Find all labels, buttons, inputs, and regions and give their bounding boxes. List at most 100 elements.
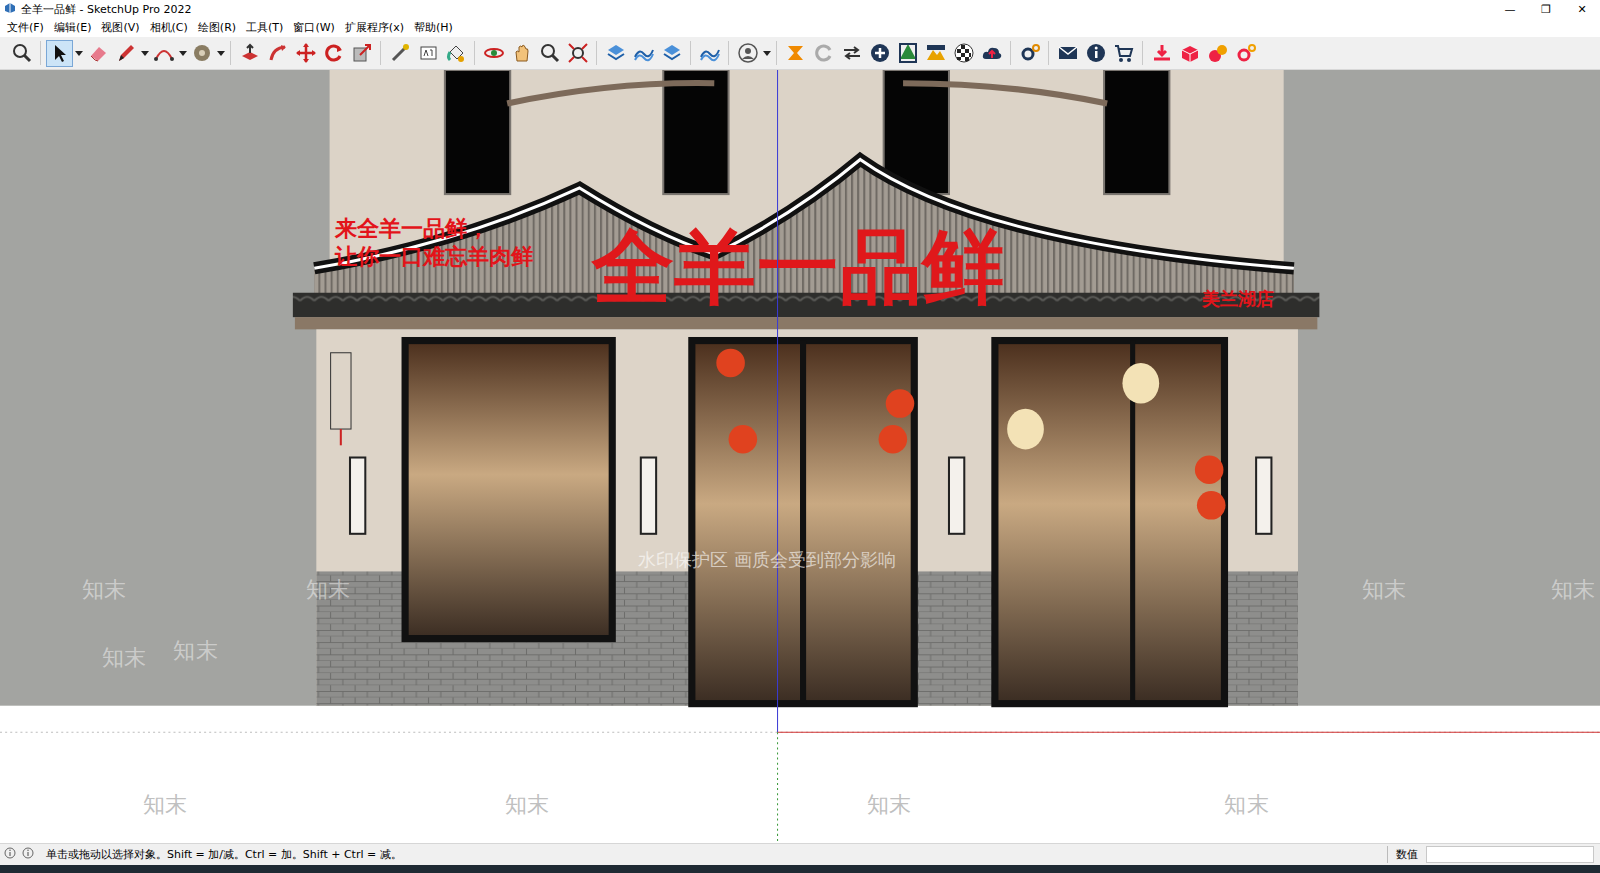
watermark-mark: 知末 [1224, 792, 1268, 818]
tool-disc-icon[interactable] [188, 40, 215, 67]
dropdown-arrow-icon[interactable] [140, 40, 149, 67]
watermark-mark: 知末 [505, 792, 549, 818]
toolbar [0, 37, 1600, 70]
watermark-mark: 知末 [1362, 576, 1406, 602]
tool-scale-icon[interactable] [348, 40, 375, 67]
menu-item[interactable]: 相机(C) [145, 19, 193, 37]
menu-item[interactable]: 帮助(H) [409, 19, 458, 37]
door-mullion [800, 341, 806, 704]
tool-cloud-icon[interactable] [978, 40, 1005, 67]
tool-arc-icon[interactable] [150, 40, 177, 67]
wall-lamp [949, 458, 964, 534]
model-viewport[interactable]: 来全羊一品鲜，让你一口难忘羊肉鲜全羊一品鲜美兰湖店水印保护区 画质会受到部分影响… [0, 70, 1600, 843]
tool-plus-icon[interactable] [866, 40, 893, 67]
ground-guide [0, 732, 1600, 733]
watermark-mark: 知末 [306, 576, 350, 602]
menu-item[interactable]: 视图(V) [96, 19, 144, 37]
menu-item[interactable]: 文件(F) [2, 19, 49, 37]
dropdown-arrow-icon[interactable] [178, 40, 187, 67]
tool-mag-icon[interactable] [536, 40, 563, 67]
tool-info-icon[interactable] [1082, 40, 1109, 67]
tool-label-icon[interactable] [414, 40, 441, 67]
tool-gear-icon[interactable] [1016, 40, 1043, 67]
close-button[interactable]: ✕ [1564, 0, 1600, 19]
sketchup-logo-icon [4, 2, 16, 17]
tool-sandbox-icon[interactable] [696, 40, 723, 67]
menu-item[interactable]: 编辑(E) [49, 19, 97, 37]
toolbar-separator [728, 41, 729, 65]
slogan-text: 来全羊一品鲜， [334, 215, 489, 241]
storefront-window [692, 341, 914, 704]
red-lantern [879, 425, 908, 453]
red-lantern [729, 425, 758, 453]
toolbar-separator [380, 41, 381, 65]
tool-box-icon[interactable] [1176, 40, 1203, 67]
tool-cursor-icon[interactable] [46, 40, 73, 67]
dropdown-arrow-icon[interactable] [762, 40, 771, 67]
toolbar-separator [1048, 41, 1049, 65]
dropdown-arrow-icon[interactable] [216, 40, 225, 67]
tool-rotate-icon[interactable] [320, 40, 347, 67]
title-bar: 全羊一品鲜 - SketchUp Pro 2022 —❐✕ [0, 0, 1600, 19]
watermark-mark: 知末 [143, 792, 187, 818]
toolbar-separator [596, 41, 597, 65]
tool-sandbox-icon[interactable] [630, 40, 657, 67]
status-hint: 单击或拖动以选择对象。Shift = 加/减。Ctrl = 加。Shift + … [40, 847, 1381, 862]
menu-item[interactable]: 绘图(R) [193, 19, 241, 37]
restore-button[interactable]: ❐ [1528, 0, 1564, 19]
tool-mix-icon[interactable] [1204, 40, 1231, 67]
info-icon[interactable] [22, 847, 34, 862]
red-lantern [716, 349, 745, 377]
toolbar-separator [230, 41, 231, 65]
menu-item[interactable]: 工具(T) [241, 19, 288, 37]
tool-hand-icon[interactable] [508, 40, 535, 67]
watermark-mark: 知末 [173, 637, 217, 663]
toolbar-separator [40, 41, 41, 65]
tool-bucket-icon[interactable] [442, 40, 469, 67]
tool-fit-icon[interactable] [564, 40, 591, 67]
taskbar-strip [0, 865, 1600, 873]
lantern-tassel [340, 429, 342, 445]
tool-cart-icon[interactable] [1110, 40, 1137, 67]
branch-name: 美兰湖店 [1201, 288, 1274, 309]
tool-layers-icon[interactable] [602, 40, 629, 67]
geo-icon[interactable] [4, 847, 16, 862]
menu-item[interactable]: 扩展程序(x) [340, 19, 409, 37]
store-name: 全羊一品鲜 [591, 218, 1005, 314]
tool-tape-icon[interactable] [386, 40, 413, 67]
watermark-mark: 知末 [1551, 576, 1595, 602]
watermark-mark: 知末 [102, 644, 146, 670]
tool-user-icon[interactable] [734, 40, 761, 67]
tool-arrows-icon[interactable] [838, 40, 865, 67]
menu-bar: 文件(F)编辑(E)视图(V)相机(C)绘图(R)工具(T)窗口(W)扩展程序(… [0, 19, 1600, 37]
tool-checker-icon[interactable] [950, 40, 977, 67]
red-lantern [1195, 455, 1224, 483]
tool-pencil-icon[interactable] [112, 40, 139, 67]
tool-refresh-icon[interactable] [810, 40, 837, 67]
red-lantern [1197, 491, 1226, 519]
hanging-lantern [331, 353, 351, 429]
dropdown-arrow-icon[interactable] [74, 40, 83, 67]
tool-ext-icon[interactable] [782, 40, 809, 67]
toolbar-separator [776, 41, 777, 65]
upper-window [663, 70, 728, 194]
measurements-input[interactable] [1426, 846, 1594, 863]
tool-layers-icon[interactable] [658, 40, 685, 67]
tool-orbit-icon[interactable] [480, 40, 507, 67]
minimize-button[interactable]: — [1492, 0, 1528, 19]
window-controls: —❐✕ [1492, 0, 1600, 19]
tool-tree-icon[interactable] [894, 40, 921, 67]
tool-mail-icon[interactable] [1054, 40, 1081, 67]
tool-move-icon[interactable] [292, 40, 319, 67]
tool-push-icon[interactable] [236, 40, 263, 67]
window-title-text: 全羊一品鲜 - SketchUp Pro 2022 [21, 2, 192, 17]
tool-gears-icon[interactable] [1232, 40, 1259, 67]
tool-eraser-icon[interactable] [84, 40, 111, 67]
tool-terrain-icon[interactable] [922, 40, 949, 67]
tool-mag-icon[interactable] [8, 40, 35, 67]
storefront-model: 来全羊一品鲜，让你一口难忘羊肉鲜全羊一品鲜美兰湖店水印保护区 画质会受到部分影响… [0, 70, 1600, 843]
tool-follow-icon[interactable] [264, 40, 291, 67]
menu-item[interactable]: 窗口(W) [288, 19, 339, 37]
watermark-mark: 知末 [82, 576, 126, 602]
tool-imp-icon[interactable] [1148, 40, 1175, 67]
